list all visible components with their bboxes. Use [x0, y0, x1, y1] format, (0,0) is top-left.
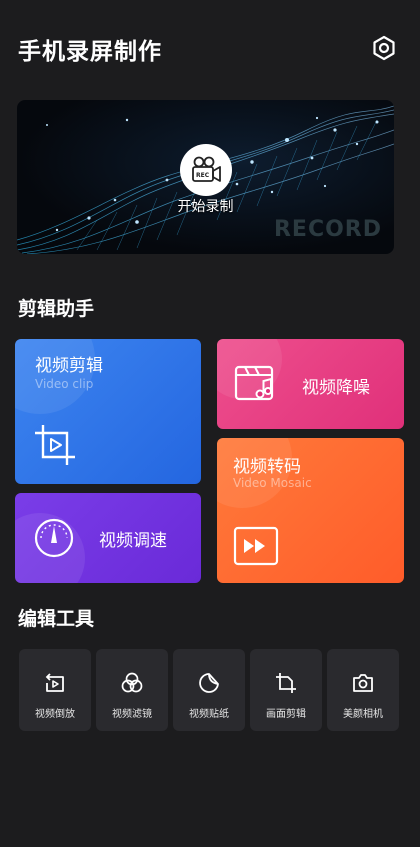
- video-denoise-card[interactable]: 视频降噪: [217, 339, 404, 429]
- record-label: 开始录制: [177, 199, 234, 215]
- card-subtitle: Video clip: [35, 377, 94, 391]
- speedometer-icon: [34, 518, 74, 558]
- settings-icon[interactable]: [370, 34, 398, 62]
- frame-crop-icon: [276, 673, 296, 693]
- record-banner[interactable]: REC 开始录制 RECORD: [17, 100, 394, 254]
- clapper-music-icon: [234, 365, 274, 401]
- video-transcode-card[interactable]: 视频转码 Video Mosaic: [217, 438, 404, 583]
- sticker-icon: [199, 673, 219, 693]
- filter-circles-icon: [121, 672, 143, 693]
- app-header: 手机录屏制作: [18, 30, 402, 70]
- tool-frame-crop[interactable]: 画面剪辑: [250, 649, 322, 731]
- tool-label: 画面剪辑: [266, 709, 306, 720]
- video-speed-card[interactable]: 视频调速: [15, 493, 201, 583]
- edit-tools-grid: 视频倒放 视频滤镜 视频贴纸 画面剪辑 美颜相机: [19, 649, 399, 731]
- tool-video-filter[interactable]: 视频滤镜: [96, 649, 168, 731]
- fast-forward-icon: [233, 526, 279, 566]
- crop-play-icon: [35, 425, 75, 465]
- camera-icon: [353, 674, 373, 692]
- card-title: 视频调速: [99, 531, 167, 551]
- tool-label: 视频贴纸: [189, 709, 229, 720]
- svg-text:REC: REC: [196, 172, 210, 179]
- tool-beauty-camera[interactable]: 美颜相机: [327, 649, 399, 731]
- tool-label: 美颜相机: [343, 709, 383, 720]
- tool-label: 视频倒放: [35, 709, 75, 720]
- card-title: 视频剪辑: [35, 356, 103, 376]
- assistant-section-title: 剪辑助手: [18, 298, 95, 320]
- card-title: 视频降噪: [302, 378, 370, 398]
- tool-video-reverse[interactable]: 视频倒放: [19, 649, 91, 731]
- record-watermark: RECORD: [273, 217, 382, 242]
- card-title: 视频转码: [233, 457, 301, 477]
- reverse-play-icon: [45, 673, 64, 692]
- video-clip-card[interactable]: 视频剪辑 Video clip: [15, 339, 201, 484]
- tool-label: 视频滤镜: [112, 709, 152, 720]
- app-title: 手机录屏制作: [18, 39, 162, 65]
- tool-video-sticker[interactable]: 视频贴纸: [173, 649, 245, 731]
- tools-section-title: 编辑工具: [18, 608, 95, 630]
- record-button[interactable]: REC: [180, 144, 232, 196]
- video-camera-icon: REC: [192, 156, 221, 182]
- card-subtitle: Video Mosaic: [233, 476, 312, 490]
